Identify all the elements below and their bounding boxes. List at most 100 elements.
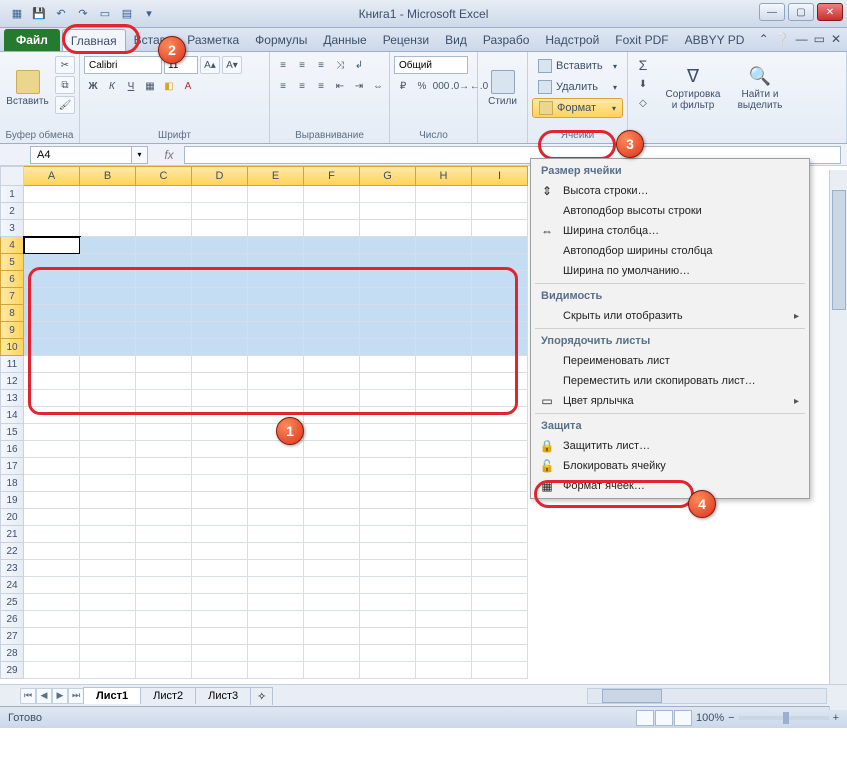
cell-C28[interactable] xyxy=(136,645,192,662)
cell-D26[interactable] xyxy=(192,611,248,628)
cell-A25[interactable] xyxy=(24,594,80,611)
vertical-scrollbar[interactable] xyxy=(829,170,847,710)
cell-D23[interactable] xyxy=(192,560,248,577)
tab-file[interactable]: Файл xyxy=(4,29,60,51)
cell-E24[interactable] xyxy=(248,577,304,594)
cell-F17[interactable] xyxy=(304,458,360,475)
cell-H21[interactable] xyxy=(416,526,472,543)
cell-A15[interactable] xyxy=(24,424,80,441)
cell-H29[interactable] xyxy=(416,662,472,679)
cell-I23[interactable] xyxy=(472,560,528,577)
row-header-18[interactable]: 18 xyxy=(0,475,24,492)
cell-F13[interactable] xyxy=(304,390,360,407)
dd-protect-sheet[interactable]: 🔒Защитить лист… xyxy=(531,436,809,456)
cell-I12[interactable] xyxy=(472,373,528,390)
cell-B22[interactable] xyxy=(80,543,136,560)
cell-C19[interactable] xyxy=(136,492,192,509)
cell-D9[interactable] xyxy=(192,322,248,339)
cell-C1[interactable] xyxy=(136,186,192,203)
cell-D1[interactable] xyxy=(192,186,248,203)
cell-I28[interactable] xyxy=(472,645,528,662)
zoom-in-button[interactable]: + xyxy=(833,712,839,724)
zoom-level[interactable]: 100% xyxy=(696,712,724,724)
cell-I19[interactable] xyxy=(472,492,528,509)
cell-B25[interactable] xyxy=(80,594,136,611)
format-painter-icon[interactable]: 🖌 xyxy=(55,96,75,114)
cell-H7[interactable] xyxy=(416,288,472,305)
cell-A16[interactable] xyxy=(24,441,80,458)
cell-F28[interactable] xyxy=(304,645,360,662)
cell-C5[interactable] xyxy=(136,254,192,271)
cell-A9[interactable] xyxy=(24,322,80,339)
cell-G13[interactable] xyxy=(360,390,416,407)
row-header-16[interactable]: 16 xyxy=(0,441,24,458)
row-header-5[interactable]: 5 xyxy=(0,254,24,271)
tab-addins[interactable]: Надстрой xyxy=(537,29,607,51)
dd-col-width[interactable]: ⇔Ширина столбца… xyxy=(531,221,809,241)
cell-F4[interactable] xyxy=(304,237,360,254)
cell-H23[interactable] xyxy=(416,560,472,577)
row-header-15[interactable]: 15 xyxy=(0,424,24,441)
cell-C24[interactable] xyxy=(136,577,192,594)
dd-row-height[interactable]: ⇕Высота строки… xyxy=(531,181,809,201)
cell-G11[interactable] xyxy=(360,356,416,373)
cell-F7[interactable] xyxy=(304,288,360,305)
cell-E17[interactable] xyxy=(248,458,304,475)
cell-F2[interactable] xyxy=(304,203,360,220)
cell-F1[interactable] xyxy=(304,186,360,203)
cell-G17[interactable] xyxy=(360,458,416,475)
cell-I26[interactable] xyxy=(472,611,528,628)
close-button[interactable]: ✕ xyxy=(817,3,843,21)
cell-D12[interactable] xyxy=(192,373,248,390)
redo-icon[interactable]: ↷ xyxy=(72,3,94,25)
cell-G29[interactable] xyxy=(360,662,416,679)
cell-B9[interactable] xyxy=(80,322,136,339)
cell-D29[interactable] xyxy=(192,662,248,679)
cell-F22[interactable] xyxy=(304,543,360,560)
column-header-G[interactable]: G xyxy=(360,166,416,186)
cell-C26[interactable] xyxy=(136,611,192,628)
column-header-E[interactable]: E xyxy=(248,166,304,186)
delete-cells-button[interactable]: Удалить▾ xyxy=(532,77,623,97)
cell-I1[interactable] xyxy=(472,186,528,203)
cell-F14[interactable] xyxy=(304,407,360,424)
cell-D4[interactable] xyxy=(192,237,248,254)
cell-G21[interactable] xyxy=(360,526,416,543)
cell-A10[interactable] xyxy=(24,339,80,356)
cell-E6[interactable] xyxy=(248,271,304,288)
cell-I13[interactable] xyxy=(472,390,528,407)
cell-F19[interactable] xyxy=(304,492,360,509)
cell-H26[interactable] xyxy=(416,611,472,628)
cell-B21[interactable] xyxy=(80,526,136,543)
cell-D5[interactable] xyxy=(192,254,248,271)
tab-developer[interactable]: Разрабо xyxy=(475,29,538,51)
name-box-dropdown[interactable]: ▾ xyxy=(132,146,148,164)
cell-D15[interactable] xyxy=(192,424,248,441)
cell-H15[interactable] xyxy=(416,424,472,441)
cell-D20[interactable] xyxy=(192,509,248,526)
cell-H3[interactable] xyxy=(416,220,472,237)
sheet-tab-2[interactable]: Лист2 xyxy=(140,687,196,704)
cell-I3[interactable] xyxy=(472,220,528,237)
minimize-ribbon-icon[interactable]: ⌃ xyxy=(759,32,769,46)
select-all-corner[interactable] xyxy=(0,166,24,186)
dd-tab-color[interactable]: ▭Цвет ярлычка xyxy=(531,391,809,411)
cell-B7[interactable] xyxy=(80,288,136,305)
cell-I21[interactable] xyxy=(472,526,528,543)
cell-G14[interactable] xyxy=(360,407,416,424)
cell-G15[interactable] xyxy=(360,424,416,441)
cell-I6[interactable] xyxy=(472,271,528,288)
doc-min-icon[interactable]: — xyxy=(796,32,808,46)
autosum-icon[interactable]: Σ xyxy=(632,56,654,74)
cell-G20[interactable] xyxy=(360,509,416,526)
cell-A27[interactable] xyxy=(24,628,80,645)
cell-E22[interactable] xyxy=(248,543,304,560)
cell-G19[interactable] xyxy=(360,492,416,509)
cell-H24[interactable] xyxy=(416,577,472,594)
cell-C2[interactable] xyxy=(136,203,192,220)
orientation-icon[interactable]: ⤨ xyxy=(331,56,349,74)
dd-move-copy-sheet[interactable]: Переместить или скопировать лист… xyxy=(531,371,809,391)
cell-C21[interactable] xyxy=(136,526,192,543)
sheet-nav-last[interactable]: ⏭ xyxy=(68,688,84,704)
sort-filter-button[interactable]: ᐁ Сортировка и фильтр xyxy=(662,56,724,120)
